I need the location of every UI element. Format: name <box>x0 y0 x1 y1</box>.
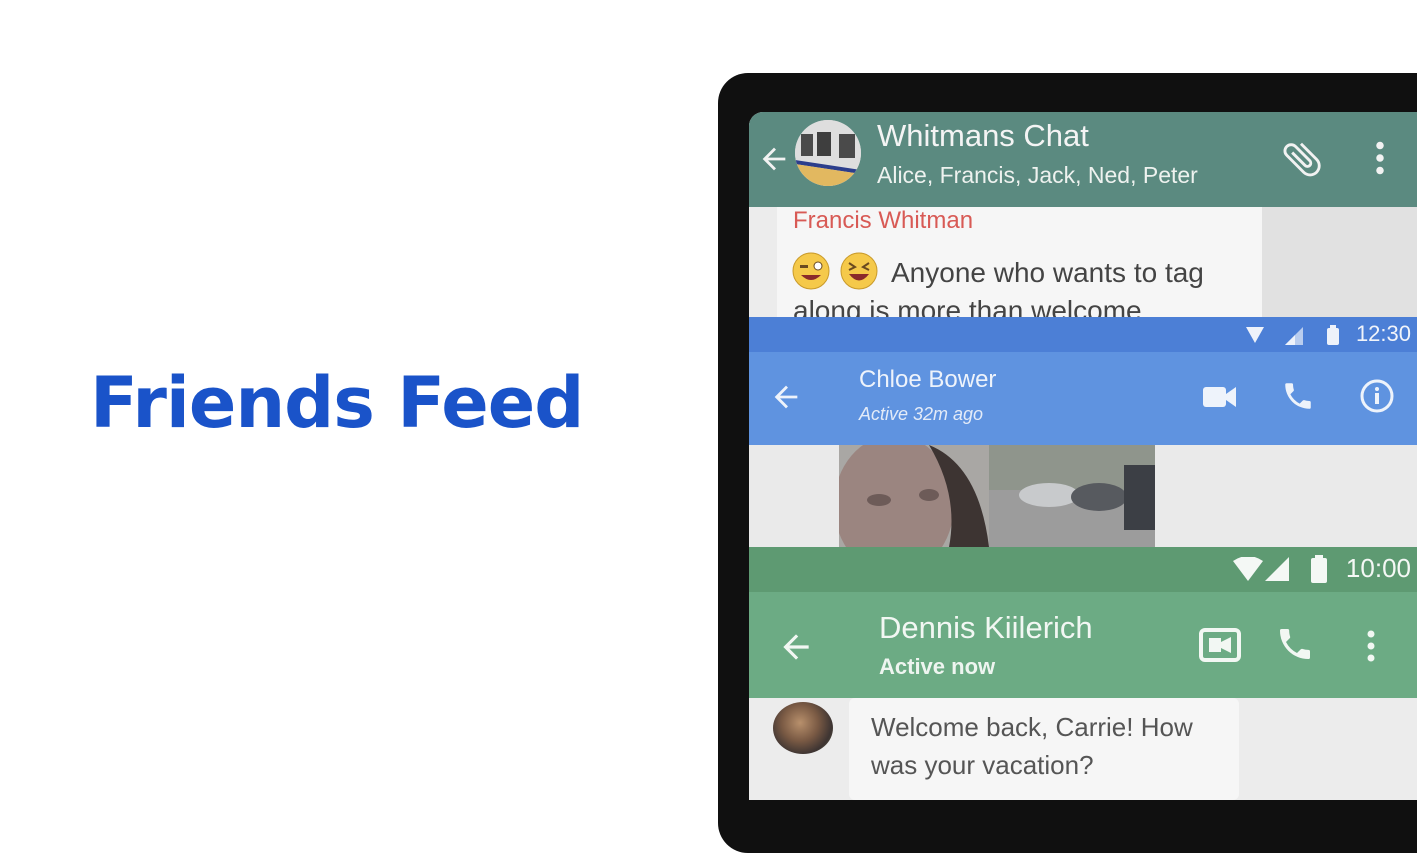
back-arrow-icon[interactable] <box>757 142 791 176</box>
paperclip-icon[interactable] <box>1279 136 1325 182</box>
group-chat-header: Whitmans Chat Alice, Francis, Jack, Ned,… <box>749 112 1417 207</box>
status-bar: 10:00 <box>749 547 1417 592</box>
direct-chat-screen-dennis: 10:00 Dennis Kiilerich Active now Welcom… <box>749 547 1417 800</box>
phone-icon[interactable] <box>1281 379 1315 413</box>
message-sender: Francis Whitman <box>793 207 974 234</box>
wifi-icon <box>1246 327 1264 343</box>
chat-members: Alice, Francis, Jack, Ned, Peter <box>877 162 1198 188</box>
chat-messages: Welcome back, Carrie! How was your vacat… <box>749 698 1417 800</box>
group-chat-messages: Francis Whitman Anyone who wants to tag … <box>749 207 1417 326</box>
message-text: Welcome back, Carrie! How was your vacat… <box>871 712 1193 780</box>
contact-name: Dennis Kiilerich <box>879 610 1093 645</box>
status-time: 10:00 <box>1345 553 1411 583</box>
video-call-icon[interactable] <box>1199 628 1241 662</box>
selfie-photo-image <box>839 445 1155 547</box>
battery-icon <box>1327 325 1339 345</box>
back-arrow-icon[interactable] <box>769 380 803 414</box>
chat-header: Dennis Kiilerich Active now <box>749 592 1417 698</box>
contact-status: Active 32m ago <box>859 404 984 424</box>
back-arrow-icon[interactable] <box>777 628 815 666</box>
laughing-face-emoji <box>840 252 878 290</box>
phone-icon[interactable] <box>1275 624 1315 664</box>
device-screen: Whitmans Chat Alice, Francis, Jack, Ned,… <box>749 112 1417 800</box>
video-call-icon[interactable] <box>1203 384 1237 410</box>
train-image-icon <box>795 120 861 186</box>
more-vert-icon[interactable] <box>1359 628 1383 664</box>
contact-name: Chloe Bower <box>859 366 997 393</box>
info-icon[interactable] <box>1359 378 1395 414</box>
hero-title: Friends Feed <box>90 362 584 444</box>
group-avatar[interactable] <box>795 120 861 186</box>
contact-avatar[interactable] <box>773 702 833 754</box>
chat-title: Whitmans Chat <box>877 118 1089 153</box>
chat-messages <box>749 445 1417 547</box>
chat-header: Chloe Bower Active 32m ago <box>749 352 1417 445</box>
chat-background <box>1262 207 1417 317</box>
direct-chat-screen-chloe: 12:30 Chloe Bower Active 32m ago <box>749 317 1417 547</box>
status-time: 12:30 <box>1355 321 1411 346</box>
message-text: Anyone who wants to tag <box>891 257 1204 288</box>
wifi-icon <box>1233 557 1263 581</box>
signal-icon <box>1285 327 1303 345</box>
group-chat-screen: Whitmans Chat Alice, Francis, Jack, Ned,… <box>749 112 1417 326</box>
photo-message[interactable] <box>839 445 1155 547</box>
battery-icon <box>1311 555 1327 583</box>
contact-status: Active now <box>879 654 996 679</box>
signal-icon <box>1265 557 1289 581</box>
status-bar: 12:30 <box>749 317 1417 352</box>
winking-face-emoji <box>792 252 830 290</box>
more-vert-icon[interactable] <box>1365 138 1395 178</box>
message-bubble: Welcome back, Carrie! How was your vacat… <box>849 698 1239 800</box>
